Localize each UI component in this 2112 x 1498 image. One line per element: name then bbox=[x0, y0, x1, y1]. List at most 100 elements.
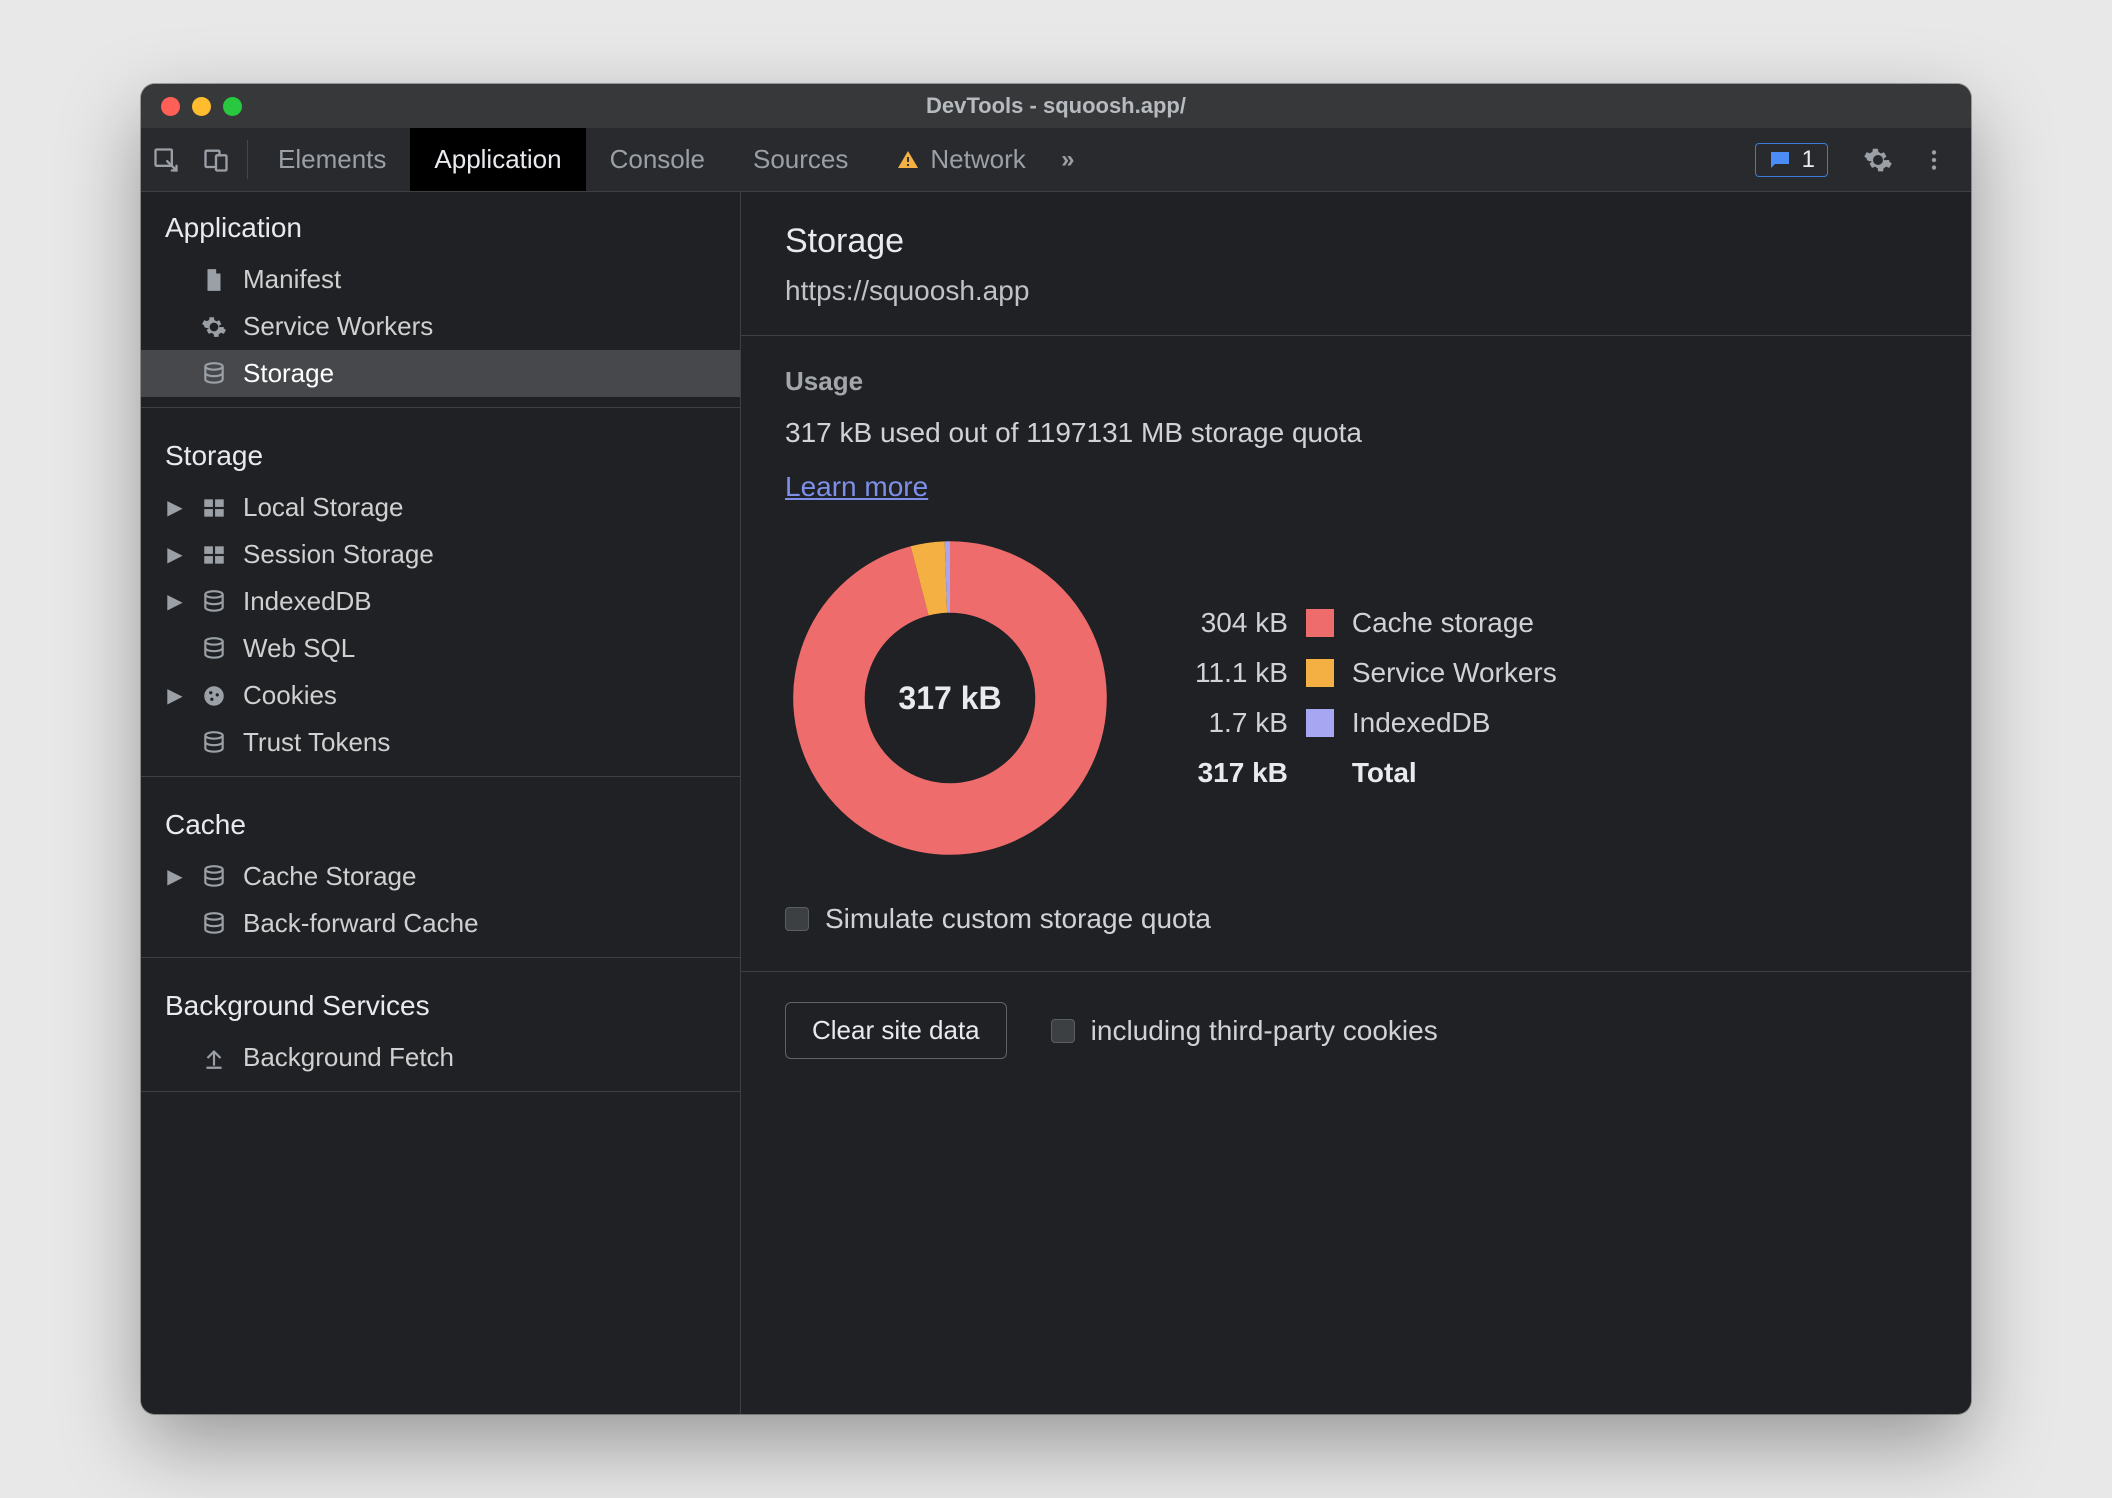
simulate-quota-label: Simulate custom storage quota bbox=[825, 903, 1211, 935]
sidebar-item-service-workers[interactable]: Service Workers bbox=[141, 303, 740, 350]
tab-label: Elements bbox=[278, 144, 386, 175]
legend-swatch bbox=[1306, 609, 1334, 637]
usage-legend: 304 kB Cache storage 11.1 kB Service Worker… bbox=[1195, 607, 1557, 789]
cookie-icon bbox=[199, 681, 229, 711]
minimize-window-button[interactable] bbox=[192, 97, 211, 116]
learn-more-link[interactable]: Learn more bbox=[785, 471, 928, 502]
sidebar-divider bbox=[141, 407, 740, 408]
db-icon bbox=[199, 728, 229, 758]
tab-label: Network bbox=[930, 144, 1025, 175]
legend-value: 11.1 kB bbox=[1195, 657, 1288, 689]
sidebar-item-label: Background Fetch bbox=[243, 1042, 454, 1073]
panel-tabs: Elements Application Console Sources Net… bbox=[254, 128, 1086, 191]
close-window-button[interactable] bbox=[161, 97, 180, 116]
tab-sources[interactable]: Sources bbox=[729, 128, 872, 191]
sidebar-section-title: Application bbox=[141, 192, 740, 256]
tab-label: Console bbox=[610, 144, 705, 175]
sidebar-item-label: Back-forward Cache bbox=[243, 908, 479, 939]
third-party-cookies-label: including third-party cookies bbox=[1091, 1015, 1438, 1047]
sidebar-item-local-storage[interactable]: ▶ Local Storage bbox=[141, 484, 740, 531]
sidebar-item-web-sql[interactable]: Web SQL bbox=[141, 625, 740, 672]
sidebar-section-title: Storage bbox=[141, 418, 740, 484]
usage-summary: 317 kB used out of 1197131 MB storage qu… bbox=[785, 417, 1927, 449]
sidebar-divider bbox=[141, 1091, 740, 1092]
tab-label: Application bbox=[434, 144, 561, 175]
legend-value: 304 kB bbox=[1195, 607, 1288, 639]
sidebar-divider bbox=[141, 776, 740, 777]
sidebar-item-label: Web SQL bbox=[243, 633, 355, 664]
settings-button[interactable] bbox=[1853, 145, 1903, 175]
simulate-quota-checkbox[interactable] bbox=[785, 907, 809, 931]
sidebar-item-label: Storage bbox=[243, 358, 334, 389]
tab-network[interactable]: Network bbox=[872, 128, 1049, 191]
sidebar-section-title: Background Services bbox=[141, 968, 740, 1034]
tabs-overflow-button[interactable]: » bbox=[1050, 128, 1086, 191]
expand-arrow-icon: ▶ bbox=[165, 683, 185, 708]
tab-console[interactable]: Console bbox=[586, 128, 729, 191]
gear-icon bbox=[1863, 145, 1893, 175]
usage-section-title: Usage bbox=[785, 366, 1927, 397]
tab-label: Sources bbox=[753, 144, 848, 175]
sidebar-item-trust-tokens[interactable]: Trust Tokens bbox=[141, 719, 740, 766]
expand-arrow-icon: ▶ bbox=[165, 589, 185, 614]
donut-center-label: 317 kB bbox=[785, 533, 1115, 863]
window-title: DevTools - squoosh.app/ bbox=[141, 93, 1971, 119]
sidebar-item-session-storage[interactable]: ▶Session Storage bbox=[141, 531, 740, 578]
device-toolbar-button[interactable] bbox=[191, 128, 241, 191]
clear-site-data-button[interactable]: Clear site data bbox=[785, 1002, 1007, 1059]
devtools-toolbar: Elements Application Console Sources Net… bbox=[141, 128, 1971, 192]
expand-arrow-icon: ▶ bbox=[165, 864, 185, 889]
inspect-element-button[interactable] bbox=[141, 128, 191, 191]
issues-icon bbox=[1768, 148, 1792, 172]
warning-icon bbox=[896, 148, 920, 172]
storage-panel: Storage https://squoosh.app Usage 317 kB… bbox=[741, 192, 1971, 1414]
usage-donut-chart: 317 kB bbox=[785, 533, 1115, 863]
upload-icon bbox=[199, 1043, 229, 1073]
third-party-cookies-checkbox[interactable] bbox=[1051, 1019, 1075, 1043]
tab-elements[interactable]: Elements bbox=[254, 128, 410, 191]
kebab-icon bbox=[1921, 147, 1947, 173]
db-icon bbox=[199, 909, 229, 939]
application-sidebar: Application Manifest Service Workers Storag… bbox=[141, 192, 741, 1414]
tab-application[interactable]: Application bbox=[410, 128, 585, 191]
sidebar-item-cookies[interactable]: ▶ Cookies bbox=[141, 672, 740, 719]
grid-icon bbox=[199, 493, 229, 523]
gear-icon bbox=[199, 312, 229, 342]
expand-arrow-icon: ▶ bbox=[165, 542, 185, 567]
sidebar-item-back-forward-cache[interactable]: Back-forward Cache bbox=[141, 900, 740, 947]
toolbar-right: 1 bbox=[1755, 128, 1971, 191]
legend-label: Cache storage bbox=[1352, 607, 1557, 639]
maximize-window-button[interactable] bbox=[223, 97, 242, 116]
more-menu-button[interactable] bbox=[1909, 147, 1959, 173]
issues-badge[interactable]: 1 bbox=[1755, 143, 1828, 177]
grid-icon bbox=[199, 540, 229, 570]
db-icon bbox=[199, 587, 229, 617]
sidebar-divider bbox=[141, 957, 740, 958]
toolbar-separator bbox=[247, 140, 248, 179]
sidebar-item-storage[interactable]: Storage bbox=[141, 350, 740, 397]
sidebar-section-title: Cache bbox=[141, 787, 740, 853]
titlebar: DevTools - squoosh.app/ bbox=[141, 84, 1971, 128]
sidebar-item-label: Manifest bbox=[243, 264, 341, 295]
expand-arrow-icon: ▶ bbox=[165, 495, 185, 520]
sidebar-item-indexeddb[interactable]: ▶ IndexedDB bbox=[141, 578, 740, 625]
legend-label: IndexedDB bbox=[1352, 707, 1557, 739]
sidebar-item-manifest[interactable]: Manifest bbox=[141, 256, 740, 303]
legend-total-label: Total bbox=[1352, 757, 1557, 789]
legend-value: 1.7 kB bbox=[1195, 707, 1288, 739]
sidebar-item-label: Cookies bbox=[243, 680, 337, 711]
sidebar-item-label: Cache Storage bbox=[243, 861, 416, 892]
origin-url: https://squoosh.app bbox=[785, 275, 1927, 307]
legend-label: Service Workers bbox=[1352, 657, 1557, 689]
db-icon bbox=[199, 359, 229, 389]
sidebar-item-label: Local Storage bbox=[243, 492, 403, 523]
file-icon bbox=[199, 265, 229, 295]
db-icon bbox=[199, 634, 229, 664]
page-title: Storage bbox=[785, 222, 1927, 261]
devtools-window: DevTools - squoosh.app/ Elements Applica… bbox=[141, 84, 1971, 1414]
legend-swatch bbox=[1306, 659, 1334, 687]
db-icon bbox=[199, 862, 229, 892]
sidebar-item-background-fetch[interactable]: Background Fetch bbox=[141, 1034, 740, 1081]
sidebar-item-label: IndexedDB bbox=[243, 586, 372, 617]
sidebar-item-cache-storage[interactable]: ▶ Cache Storage bbox=[141, 853, 740, 900]
